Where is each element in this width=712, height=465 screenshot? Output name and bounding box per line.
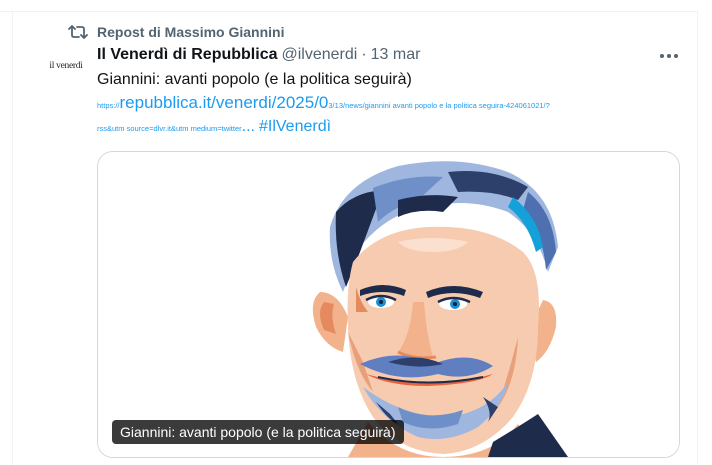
- timeline-border-left: [12, 11, 13, 465]
- tweet-header: Il Venerdì di Repubblica @ilvenerdi · 13…: [97, 46, 420, 66]
- tweet-timestamp[interactable]: 13 mar: [371, 46, 421, 64]
- author-handle[interactable]: @ilvenerdi: [281, 46, 357, 64]
- media-card[interactable]: Giannini: avanti popolo (e la politica s…: [97, 151, 680, 458]
- media-caption: Giannini: avanti popolo (e la politica s…: [112, 420, 404, 444]
- timeline-border-right: [697, 11, 698, 465]
- repost-label[interactable]: Repost di Massimo Giannini: [97, 23, 284, 41]
- link-rest-line1[interactable]: 3/13/news/giannini avanti popolo e la po…: [328, 101, 549, 110]
- portrait-illustration: [98, 152, 679, 457]
- tweet-text: Giannini: avanti popolo (e la politica s…: [97, 71, 412, 88]
- tweet-link[interactable]: https://repubblica.it/venerdi/2025/03/13…: [97, 92, 550, 117]
- tweet-link-continued[interactable]: rss&utm source=dlvr.it&utm medium=twitte…: [97, 117, 331, 139]
- hashtag-link[interactable]: #IlVenerdì: [259, 118, 331, 135]
- link-ellipsis[interactable]: ...: [242, 118, 255, 135]
- link-prefix[interactable]: https://: [97, 101, 120, 110]
- avatar-logo-text: il venerdì: [49, 61, 83, 71]
- link-rest-line2[interactable]: rss&utm source=dlvr.it&utm medium=twitte…: [97, 124, 242, 133]
- timeline-divider-top: [0, 11, 697, 12]
- more-options-icon[interactable]: [660, 54, 678, 60]
- header-separator: ·: [361, 46, 367, 63]
- avatar[interactable]: il venerdì: [44, 52, 88, 80]
- repost-icon: [68, 25, 88, 39]
- link-domain-path[interactable]: repubblica.it/venerdi/2025/0: [120, 93, 329, 112]
- author-name[interactable]: Il Venerdì di Repubblica: [97, 46, 277, 64]
